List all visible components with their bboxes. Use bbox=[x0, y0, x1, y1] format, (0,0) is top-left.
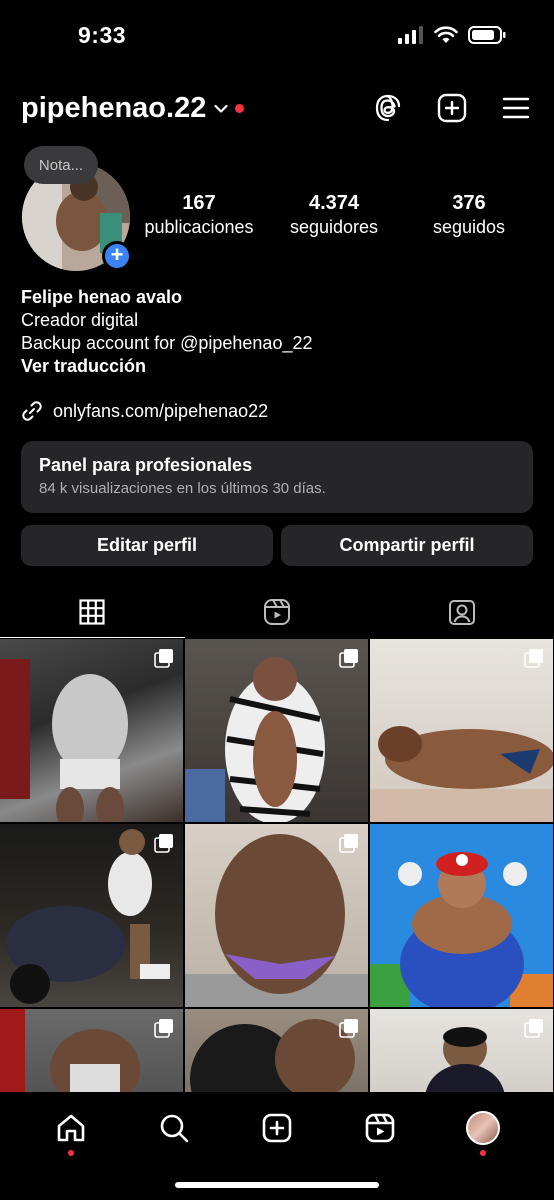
bio-text[interactable]: Backup account for @pipehenao_22 bbox=[21, 332, 531, 355]
home-indicator[interactable] bbox=[175, 1182, 379, 1188]
plus-square-icon bbox=[437, 93, 467, 123]
stat-posts[interactable]: 167 publicaciones bbox=[134, 192, 264, 238]
post-thumbnail[interactable] bbox=[185, 824, 368, 1007]
post-image bbox=[370, 852, 553, 1007]
post-thumbnail[interactable] bbox=[185, 639, 368, 822]
edit-profile-button[interactable]: Editar perfil bbox=[21, 525, 273, 566]
stat-label: seguidores bbox=[289, 217, 379, 237]
multi-photo-icon bbox=[339, 1019, 358, 1038]
stat-label: publicaciones bbox=[144, 217, 254, 237]
profile-bio: Felipe henao avalo Creador digital Backu… bbox=[21, 286, 531, 378]
nav-profile[interactable] bbox=[461, 1106, 505, 1156]
multi-photo-icon bbox=[154, 1019, 173, 1038]
tab-posts-grid[interactable] bbox=[0, 586, 185, 638]
multi-photo-icon bbox=[339, 834, 358, 853]
content-tabs bbox=[0, 586, 554, 638]
stat-followers[interactable]: 4.374 seguidores bbox=[264, 192, 404, 238]
status-icons bbox=[398, 26, 506, 44]
note-bubble[interactable]: Nota... bbox=[24, 146, 98, 184]
account-switcher[interactable]: pipehenao.22 bbox=[21, 92, 245, 125]
stat-label: seguidos bbox=[432, 217, 506, 237]
link-icon bbox=[22, 401, 42, 421]
hamburger-menu-icon bbox=[502, 97, 530, 119]
notification-dot bbox=[68, 1150, 75, 1156]
home-icon bbox=[58, 1114, 85, 1142]
post-thumbnail[interactable] bbox=[0, 639, 183, 822]
stat-value: 167 bbox=[182, 192, 216, 214]
category-label: Creador digital bbox=[21, 310, 139, 330]
stat-value: 4.374 bbox=[308, 192, 360, 214]
multi-photo-icon bbox=[154, 649, 173, 668]
notification-dot bbox=[235, 104, 245, 113]
multi-photo-icon bbox=[339, 649, 358, 668]
threads-icon bbox=[375, 94, 401, 122]
nav-search[interactable] bbox=[152, 1106, 196, 1150]
battery-icon bbox=[468, 26, 506, 44]
professional-dashboard[interactable]: Panel para profesionales 84 k visualizac… bbox=[21, 441, 533, 513]
status-time: 9:33 bbox=[78, 22, 127, 48]
username: pipehenao.22 bbox=[21, 92, 207, 124]
profile-link[interactable]: onlyfans.com/pipehenao22 bbox=[21, 400, 268, 422]
nav-home[interactable] bbox=[49, 1106, 93, 1156]
multi-photo-icon bbox=[524, 1019, 543, 1038]
wifi-icon bbox=[434, 26, 458, 43]
stat-following[interactable]: 376 seguidos bbox=[404, 192, 534, 238]
tagged-icon bbox=[448, 600, 475, 625]
stat-value: 376 bbox=[452, 192, 486, 214]
status-bar: 9:33 bbox=[0, 0, 554, 72]
threads-button[interactable] bbox=[372, 92, 404, 124]
notification-dot bbox=[479, 1150, 486, 1156]
plus-square-icon bbox=[262, 1113, 292, 1143]
tab-tagged[interactable] bbox=[369, 586, 554, 638]
bottom-navigation bbox=[0, 1092, 554, 1200]
cellular-signal-icon bbox=[398, 26, 423, 44]
profile-stats: 167 publicaciones 4.374 seguidores 376 s… bbox=[134, 192, 534, 238]
grid-icon bbox=[79, 599, 105, 625]
post-thumbnail[interactable] bbox=[370, 824, 553, 1007]
reels-icon bbox=[365, 1113, 395, 1143]
reels-icon bbox=[264, 599, 290, 625]
chevron-down-icon bbox=[214, 104, 228, 113]
multi-photo-icon bbox=[154, 834, 173, 853]
profile-header: pipehenao.22 bbox=[0, 86, 554, 134]
profile-actions: Editar perfil Compartir perfil bbox=[21, 525, 533, 566]
panel-title: Panel para profesionales bbox=[39, 455, 253, 475]
search-icon bbox=[160, 1114, 189, 1143]
add-story-button[interactable]: + bbox=[102, 241, 132, 271]
panel-subtitle: 84 k visualizaciones en los últimos 30 d… bbox=[39, 480, 326, 497]
tab-reels[interactable] bbox=[185, 586, 370, 638]
create-post-button[interactable] bbox=[436, 92, 468, 124]
post-thumbnail[interactable] bbox=[0, 824, 183, 1007]
see-translation-link[interactable]: Ver traducción bbox=[21, 355, 531, 378]
menu-button[interactable] bbox=[500, 92, 532, 124]
multi-photo-icon bbox=[524, 649, 543, 668]
link-text: onlyfans.com/pipehenao22 bbox=[53, 400, 269, 421]
nav-create[interactable] bbox=[255, 1106, 299, 1150]
avatar bbox=[465, 1111, 500, 1145]
post-thumbnail[interactable] bbox=[370, 639, 553, 822]
share-profile-button[interactable]: Compartir perfil bbox=[281, 525, 533, 566]
nav-reels[interactable] bbox=[358, 1106, 402, 1150]
display-name: Felipe henao avalo bbox=[21, 287, 183, 307]
